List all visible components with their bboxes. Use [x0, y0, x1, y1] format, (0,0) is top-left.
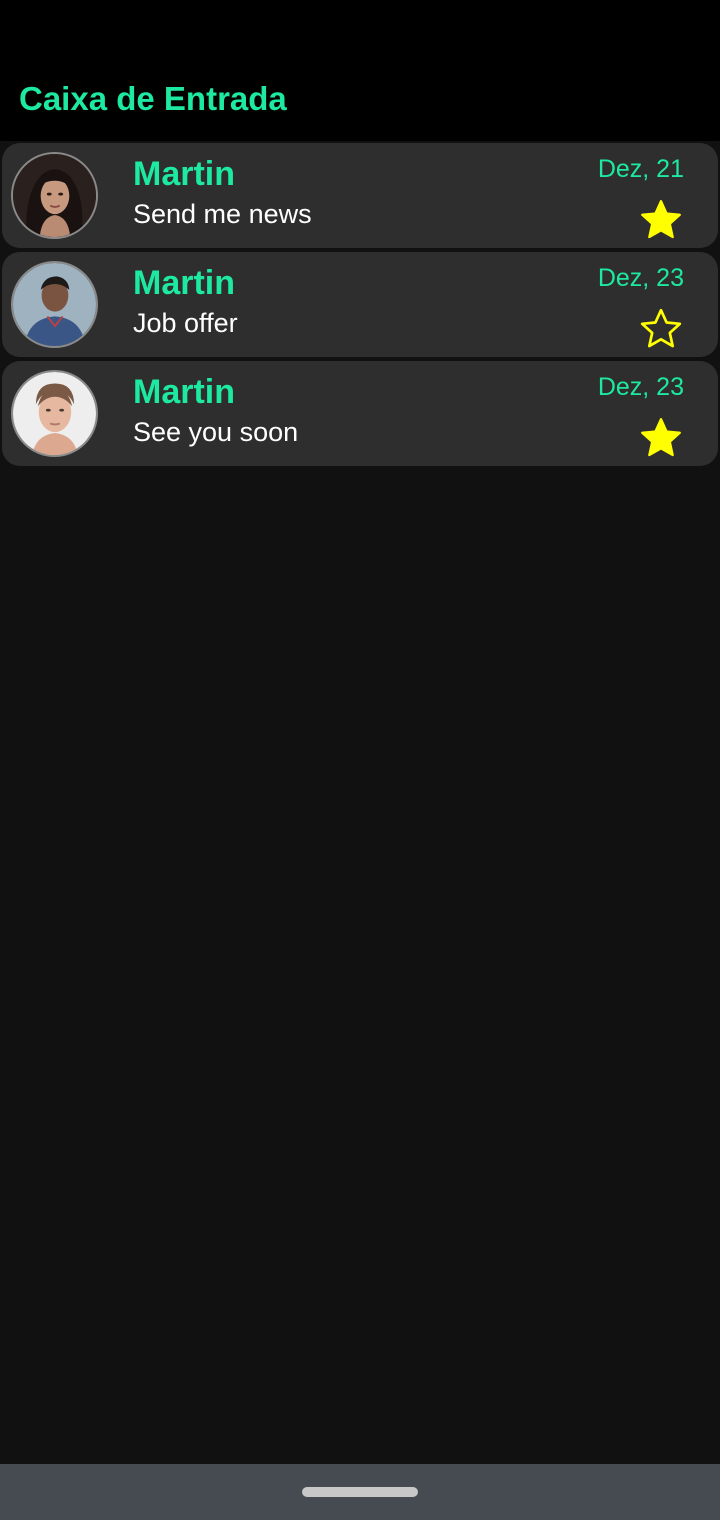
avatar-young-man-icon: [13, 372, 96, 455]
avatar: [11, 370, 98, 457]
sender-name: Martin: [133, 373, 235, 411]
app-bar: Caixa de Entrada: [0, 0, 720, 141]
message-date: Dez, 23: [597, 373, 684, 401]
system-navigation-bar: [0, 1464, 720, 1520]
avatar: [11, 261, 98, 348]
home-gesture-handle[interactable]: [302, 1487, 418, 1497]
sender-name: Martin: [133, 155, 235, 193]
avatar-woman-icon: [13, 154, 96, 237]
avatar-man-icon: [13, 263, 96, 346]
message-row[interactable]: Martin Send me news Dez, 21: [2, 143, 718, 248]
star-filled-icon[interactable]: [638, 415, 684, 461]
sender-name: Martin: [133, 264, 235, 302]
message-date: Dez, 23: [597, 264, 684, 292]
star-outline-icon[interactable]: [638, 306, 684, 352]
star-filled-icon[interactable]: [638, 197, 684, 243]
page-title: Caixa de Entrada: [19, 80, 287, 117]
avatar: [11, 152, 98, 239]
message-date: Dez, 21: [597, 155, 684, 183]
message-subject: Send me news: [133, 199, 312, 229]
message-list: Martin Send me news Dez, 21 Martin Job o…: [2, 143, 718, 470]
message-subject: See you soon: [133, 417, 299, 447]
message-row[interactable]: Martin Job offer Dez, 23: [2, 252, 718, 357]
message-row[interactable]: Martin See you soon Dez, 23: [2, 361, 718, 466]
message-subject: Job offer: [133, 308, 238, 338]
